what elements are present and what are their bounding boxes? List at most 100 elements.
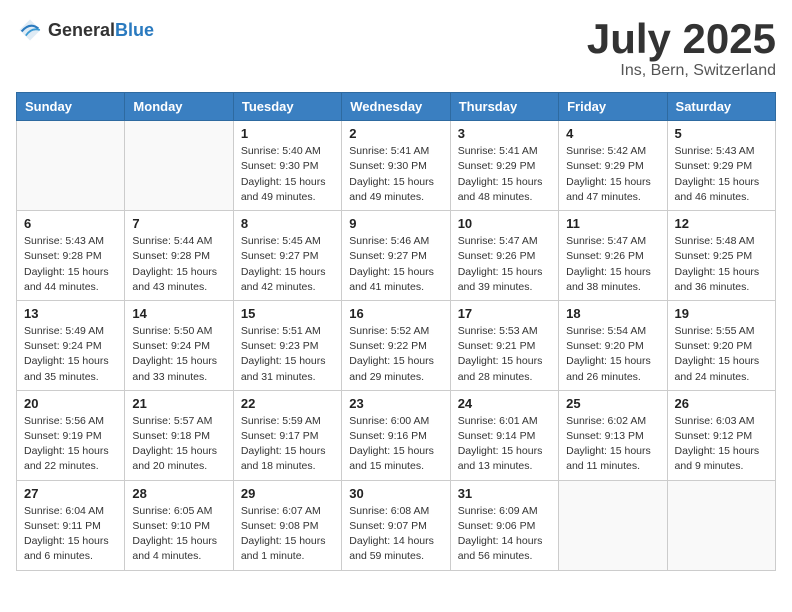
calendar-cell: 13 Sunrise: 5:49 AM Sunset: 9:24 PM Dayli… [17, 300, 125, 390]
calendar-cell: 27 Sunrise: 6:04 AM Sunset: 9:11 PM Dayli… [17, 480, 125, 570]
calendar-cell: 16 Sunrise: 5:52 AM Sunset: 9:22 PM Dayli… [342, 300, 450, 390]
day-number: 8 [241, 216, 334, 231]
day-number: 31 [458, 486, 551, 501]
weekday-header: Friday [559, 93, 667, 121]
day-info: Sunrise: 6:09 AM Sunset: 9:06 PM Dayligh… [458, 504, 551, 565]
day-info: Sunrise: 6:05 AM Sunset: 9:10 PM Dayligh… [132, 504, 225, 565]
day-info: Sunrise: 6:04 AM Sunset: 9:11 PM Dayligh… [24, 504, 117, 565]
day-number: 16 [349, 306, 442, 321]
calendar-cell [559, 480, 667, 570]
week-row: 1Sunrise: 5:40 AM Sunset: 9:30 PM Daylig… [17, 121, 776, 211]
day-number: 22 [241, 396, 334, 411]
day-number: 24 [458, 396, 551, 411]
day-info: Sunrise: 5:42 AM Sunset: 9:29 PM Dayligh… [566, 144, 659, 205]
day-info: Sunrise: 5:59 AM Sunset: 9:17 PM Dayligh… [241, 414, 334, 475]
day-info: Sunrise: 5:47 AM Sunset: 9:26 PM Dayligh… [566, 234, 659, 295]
calendar-cell: 28 Sunrise: 6:05 AM Sunset: 9:10 PM Dayli… [125, 480, 233, 570]
calendar-cell: 25Sunrise: 6:02 AM Sunset: 9:13 PM Dayli… [559, 390, 667, 480]
week-row: 13 Sunrise: 5:49 AM Sunset: 9:24 PM Dayli… [17, 300, 776, 390]
location-title: Ins, Bern, Switzerland [587, 62, 776, 80]
calendar-cell: 10 Sunrise: 5:47 AM Sunset: 9:26 PM Dayli… [450, 211, 558, 301]
day-number: 3 [458, 126, 551, 141]
logo: GeneralBlue [16, 16, 154, 44]
day-info: Sunrise: 5:45 AM Sunset: 9:27 PM Dayligh… [241, 234, 334, 295]
weekday-header: Saturday [667, 93, 775, 121]
day-number: 7 [132, 216, 225, 231]
week-row: 20 Sunrise: 5:56 AM Sunset: 9:19 PM Dayli… [17, 390, 776, 480]
calendar-cell: 1Sunrise: 5:40 AM Sunset: 9:30 PM Daylig… [233, 121, 341, 211]
calendar-cell: 6Sunrise: 5:43 AM Sunset: 9:28 PM Daylig… [17, 211, 125, 301]
day-info: Sunrise: 5:43 AM Sunset: 9:29 PM Dayligh… [675, 144, 768, 205]
calendar-cell: 11 Sunrise: 5:47 AM Sunset: 9:26 PM Dayli… [559, 211, 667, 301]
calendar-cell: 31 Sunrise: 6:09 AM Sunset: 9:06 PM Dayli… [450, 480, 558, 570]
weekday-header: Sunday [17, 93, 125, 121]
title-block: July 2025 Ins, Bern, Switzerland [587, 16, 776, 80]
weekday-header: Thursday [450, 93, 558, 121]
day-info: Sunrise: 5:52 AM Sunset: 9:22 PM Dayligh… [349, 324, 442, 385]
month-title: July 2025 [587, 16, 776, 62]
day-info: Sunrise: 5:41 AM Sunset: 9:30 PM Dayligh… [349, 144, 442, 205]
day-info: Sunrise: 5:56 AM Sunset: 9:19 PM Dayligh… [24, 414, 117, 475]
day-number: 15 [241, 306, 334, 321]
day-number: 23 [349, 396, 442, 411]
day-info: Sunrise: 6:07 AM Sunset: 9:08 PM Dayligh… [241, 504, 334, 565]
day-number: 27 [24, 486, 117, 501]
logo-icon [16, 16, 44, 44]
weekday-header: Monday [125, 93, 233, 121]
calendar-cell [125, 121, 233, 211]
week-row: 27 Sunrise: 6:04 AM Sunset: 9:11 PM Dayli… [17, 480, 776, 570]
day-number: 10 [458, 216, 551, 231]
day-number: 20 [24, 396, 117, 411]
calendar-cell: 21Sunrise: 5:57 AM Sunset: 9:18 PM Dayli… [125, 390, 233, 480]
day-number: 17 [458, 306, 551, 321]
day-number: 30 [349, 486, 442, 501]
day-info: Sunrise: 5:54 AM Sunset: 9:20 PM Dayligh… [566, 324, 659, 385]
day-info: Sunrise: 5:48 AM Sunset: 9:25 PM Dayligh… [675, 234, 768, 295]
day-number: 13 [24, 306, 117, 321]
calendar-cell: 17 Sunrise: 5:53 AM Sunset: 9:21 PM Dayli… [450, 300, 558, 390]
calendar-cell: 22 Sunrise: 5:59 AM Sunset: 9:17 PM Dayli… [233, 390, 341, 480]
calendar-cell: 29Sunrise: 6:07 AM Sunset: 9:08 PM Dayli… [233, 480, 341, 570]
calendar-cell: 12 Sunrise: 5:48 AM Sunset: 9:25 PM Dayli… [667, 211, 775, 301]
day-info: Sunrise: 6:01 AM Sunset: 9:14 PM Dayligh… [458, 414, 551, 475]
calendar-cell [17, 121, 125, 211]
weekday-header: Tuesday [233, 93, 341, 121]
day-number: 1 [241, 126, 334, 141]
page-header: GeneralBlue July 2025 Ins, Bern, Switzer… [16, 16, 776, 80]
calendar-cell: 7 Sunrise: 5:44 AM Sunset: 9:28 PM Daylig… [125, 211, 233, 301]
calendar-cell: 8 Sunrise: 5:45 AM Sunset: 9:27 PM Daylig… [233, 211, 341, 301]
day-number: 25 [566, 396, 659, 411]
logo-general: General [48, 20, 115, 40]
calendar-cell [667, 480, 775, 570]
day-info: Sunrise: 5:50 AM Sunset: 9:24 PM Dayligh… [132, 324, 225, 385]
calendar-cell: 3Sunrise: 5:41 AM Sunset: 9:29 PM Daylig… [450, 121, 558, 211]
day-number: 26 [675, 396, 768, 411]
calendar-cell: 5 Sunrise: 5:43 AM Sunset: 9:29 PM Daylig… [667, 121, 775, 211]
day-number: 12 [675, 216, 768, 231]
day-info: Sunrise: 5:57 AM Sunset: 9:18 PM Dayligh… [132, 414, 225, 475]
weekday-header: Wednesday [342, 93, 450, 121]
day-info: Sunrise: 5:44 AM Sunset: 9:28 PM Dayligh… [132, 234, 225, 295]
calendar-cell: 20 Sunrise: 5:56 AM Sunset: 9:19 PM Dayli… [17, 390, 125, 480]
day-info: Sunrise: 5:53 AM Sunset: 9:21 PM Dayligh… [458, 324, 551, 385]
day-number: 9 [349, 216, 442, 231]
calendar-cell: 4 Sunrise: 5:42 AM Sunset: 9:29 PM Daylig… [559, 121, 667, 211]
day-number: 14 [132, 306, 225, 321]
calendar-cell: 26 Sunrise: 6:03 AM Sunset: 9:12 PM Dayli… [667, 390, 775, 480]
calendar-cell: 30Sunrise: 6:08 AM Sunset: 9:07 PM Dayli… [342, 480, 450, 570]
day-info: Sunrise: 6:03 AM Sunset: 9:12 PM Dayligh… [675, 414, 768, 475]
day-info: Sunrise: 5:47 AM Sunset: 9:26 PM Dayligh… [458, 234, 551, 295]
calendar-cell: 2 Sunrise: 5:41 AM Sunset: 9:30 PM Daylig… [342, 121, 450, 211]
day-number: 28 [132, 486, 225, 501]
day-info: Sunrise: 5:49 AM Sunset: 9:24 PM Dayligh… [24, 324, 117, 385]
calendar-cell: 9Sunrise: 5:46 AM Sunset: 9:27 PM Daylig… [342, 211, 450, 301]
week-row: 6Sunrise: 5:43 AM Sunset: 9:28 PM Daylig… [17, 211, 776, 301]
day-number: 2 [349, 126, 442, 141]
day-number: 4 [566, 126, 659, 141]
logo-blue: Blue [115, 20, 154, 40]
calendar-table: SundayMondayTuesdayWednesdayThursdayFrid… [16, 92, 776, 570]
calendar-cell: 14 Sunrise: 5:50 AM Sunset: 9:24 PM Dayli… [125, 300, 233, 390]
day-number: 5 [675, 126, 768, 141]
day-number: 11 [566, 216, 659, 231]
day-info: Sunrise: 5:55 AM Sunset: 9:20 PM Dayligh… [675, 324, 768, 385]
